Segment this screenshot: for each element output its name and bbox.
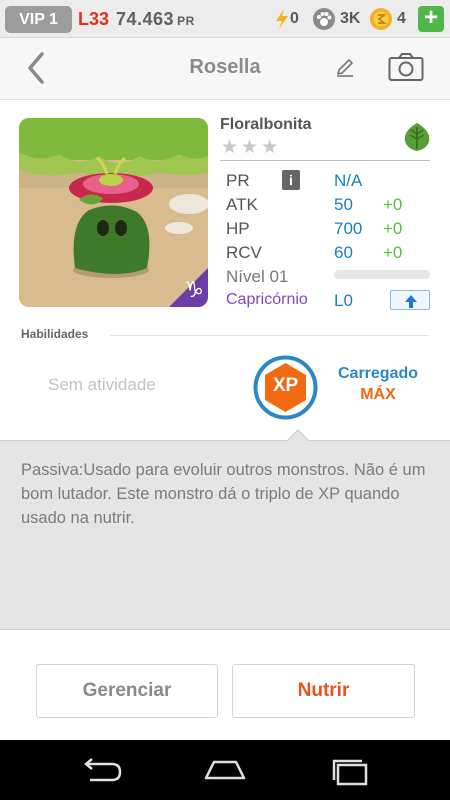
edit-pencil-icon[interactable] <box>334 56 356 78</box>
stat-value-atk: 50 <box>334 195 353 214</box>
energy-counter[interactable]: 0 <box>274 7 299 31</box>
vip-badge[interactable]: VIP 1 <box>5 6 72 33</box>
monster-name: Floralbonita <box>220 116 312 133</box>
zodiac-sign-label[interactable]: Capricórnio <box>226 291 308 309</box>
coin-counter[interactable]: 4 <box>369 7 406 31</box>
power-rating-unit: PR <box>177 14 195 28</box>
info-icon[interactable]: i <box>282 170 300 190</box>
stat-bonus-rcv: +0 <box>383 243 403 262</box>
xp-badge-label: XP <box>272 375 299 396</box>
skill-description: Passiva:Usado para evoluir outros monstr… <box>21 461 426 527</box>
lightning-icon <box>276 9 288 29</box>
stat-label-pr: PR <box>226 171 250 190</box>
paw-counter[interactable]: 3K <box>312 7 360 31</box>
panel-pointer-inner <box>287 431 309 442</box>
charged-label: Carregado <box>337 365 419 382</box>
star-icon: ★ <box>261 137 279 158</box>
recents-nav-icon[interactable] <box>328 756 372 786</box>
rarity-stars: ★ ★ ★ <box>221 138 278 158</box>
charged-value: MÁX <box>360 386 396 403</box>
manage-button[interactable]: Gerenciar <box>36 664 218 718</box>
power-rating: 74.463 PR <box>116 7 195 33</box>
monster-portrait[interactable]: ♑ <box>19 118 208 307</box>
paw-value: 3K <box>340 10 361 27</box>
no-skill-text: Sem atividade <box>48 375 156 394</box>
stat-label-atk: ATK <box>226 195 258 214</box>
stat-bonus-hp: +0 <box>383 219 403 238</box>
coin-icon <box>370 8 392 30</box>
power-rating-value: 74.463 <box>116 9 175 29</box>
stat-value-hp: 700 <box>334 219 363 238</box>
star-icon: ★ <box>221 137 239 158</box>
feed-button[interactable]: Nutrir <box>232 664 415 718</box>
add-currency-button[interactable]: + <box>418 6 444 32</box>
header: Rosella <box>0 38 450 100</box>
abilities-title: Habilidades <box>21 327 89 341</box>
zodiac-sign-level: L0 <box>334 291 353 310</box>
page-title: Rosella <box>189 56 261 78</box>
divider <box>220 160 430 161</box>
divider <box>110 335 429 336</box>
leaf-icon <box>404 123 430 151</box>
stat-bonus-atk: +0 <box>383 195 403 214</box>
xp-skill-badge[interactable]: XP <box>253 355 318 420</box>
capricorn-sign-badge: ♑ <box>184 278 204 303</box>
stat-label-rcv: RCV <box>226 243 262 262</box>
stat-label-hp: HP <box>226 219 250 238</box>
paw-icon <box>313 8 335 30</box>
back-nav-icon[interactable] <box>78 756 124 784</box>
energy-value: 0 <box>290 10 299 27</box>
stat-value-pr: N/A <box>334 171 363 190</box>
status-bar: VIP 1 L33 74.463 PR 0 3K 4 + <box>0 0 450 38</box>
android-nav-bar <box>0 740 450 800</box>
star-icon: ★ <box>241 137 259 158</box>
home-nav-icon[interactable] <box>200 756 250 784</box>
stat-value-rcv: 60 <box>334 243 353 262</box>
player-level: L33 <box>78 9 110 29</box>
level-label: Nível 01 <box>226 267 289 286</box>
monster-image <box>19 118 208 307</box>
level-progress-bar <box>334 270 430 279</box>
upgrade-sign-button[interactable] <box>390 290 430 310</box>
coin-value: 4 <box>397 10 406 27</box>
arrow-up-icon <box>405 295 417 308</box>
camera-icon[interactable] <box>388 52 424 82</box>
